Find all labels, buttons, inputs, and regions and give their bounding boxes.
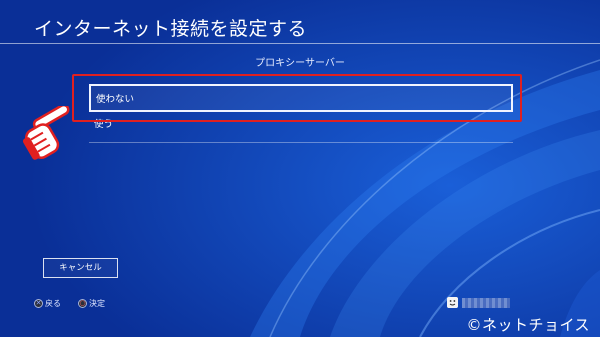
option-divider — [89, 142, 513, 143]
back-hint[interactable]: ✕ 戻る — [34, 298, 61, 309]
confirm-hint[interactable]: ○ 決定 — [78, 298, 105, 309]
title-divider — [0, 43, 600, 44]
annotation-highlight-box — [72, 74, 522, 122]
back-hint-label: 戻る — [45, 299, 61, 308]
user-face-icon — [447, 297, 458, 308]
page-title: インターネット接続を設定する — [34, 18, 308, 40]
user-name-blurred — [462, 298, 510, 308]
confirm-hint-label: 決定 — [89, 299, 105, 308]
background-waves — [0, 0, 600, 337]
proxy-section-label: プロキシーサーバー — [255, 58, 345, 69]
watermark: ©ネットチョイス — [466, 316, 590, 334]
cancel-button[interactable]: キャンセル — [43, 258, 118, 278]
cross-button-icon: ✕ — [34, 299, 43, 308]
pointing-hand-icon — [22, 106, 70, 160]
circle-button-icon: ○ — [78, 299, 87, 308]
